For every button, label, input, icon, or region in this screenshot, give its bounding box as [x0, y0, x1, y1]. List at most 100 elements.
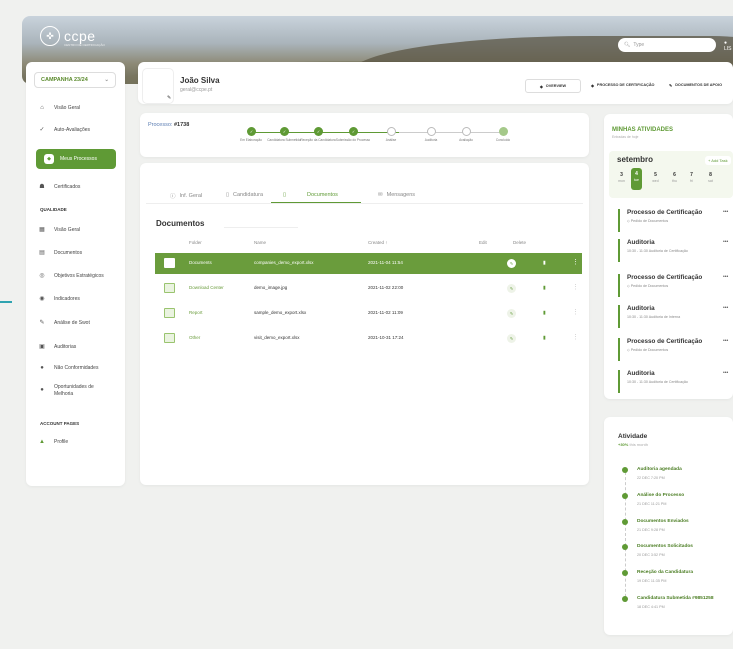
timeline-event-title: Auditoria agendada: [637, 467, 682, 472]
day-number: 4: [635, 171, 638, 177]
activity-item[interactable]: Processo de Certificação ◇ Pedido de Docu…: [618, 338, 733, 361]
sidebar-item-auto-avaliacoes[interactable]: ✓ Auto-Avaliações: [38, 126, 90, 134]
file-name: demo_image.jpg: [254, 285, 288, 290]
search-input[interactable]: 🔍︎ Type: [618, 38, 716, 52]
delete-button[interactable]: ▮: [543, 335, 546, 341]
folder-name: Other: [189, 335, 201, 340]
calendar-day[interactable]: 6 thu: [669, 172, 680, 183]
edit-icon[interactable]: ✎: [167, 95, 171, 101]
calendar-day[interactable]: 5 wed: [650, 172, 661, 183]
edit-button[interactable]: ✎: [507, 259, 516, 268]
day-number: 5: [654, 172, 657, 178]
user-menu[interactable]: ● LIS: [724, 40, 733, 52]
table-row[interactable]: Other visit_demo_export.xlsx 2021-10-31 17…: [155, 328, 582, 349]
table-row[interactable]: Download Center demo_image.jpg 2021-11-02 …: [155, 278, 582, 299]
table-row[interactable]: Report sample_demo_export.xlsx 2021-11-02 …: [155, 303, 582, 324]
column-created-label: Created: [368, 240, 385, 245]
tab-mensagens[interactable]: ✉ Mensagens: [378, 192, 415, 198]
more-options-icon[interactable]: •••: [723, 209, 728, 215]
more-options-icon[interactable]: •••: [723, 239, 728, 245]
sidebar-item-visao-geral-qualidade[interactable]: ▦ Visão Geral: [38, 226, 80, 234]
avatar[interactable]: ✎: [142, 68, 174, 104]
more-options-icon[interactable]: •••: [723, 338, 728, 344]
overview-icon: ◆: [539, 84, 543, 89]
sidebar-item-swot[interactable]: ✎ Análise de Swot: [38, 319, 89, 327]
more-options-icon[interactable]: •••: [723, 370, 728, 376]
sidebar-item-visao-geral[interactable]: ⌂ Visão Geral: [38, 105, 80, 111]
calendar-day[interactable]: 7 fri: [686, 172, 697, 183]
sidebar-item-objetivos[interactable]: ◎ Objetivos Estratégicos: [38, 272, 104, 280]
more-options-icon[interactable]: •••: [723, 305, 728, 311]
folder-icon: [164, 258, 175, 268]
logo[interactable]: ✜ ccpe CENTRO DE CERTIFICAÇÃO: [40, 26, 105, 47]
sidebar-item-certificados[interactable]: ☗ Certificados: [38, 183, 80, 191]
edit-button[interactable]: ✎: [507, 334, 516, 343]
sidebar-item-nao-conformidades[interactable]: ● Não Conformidades: [38, 365, 98, 371]
documents-tabs: ⓘ Inf. Geral ▯ Candidatura ▯ Documentos …: [140, 188, 589, 204]
campaign-select[interactable]: CAMPANHA 23/24 ⌄: [34, 72, 116, 88]
calendar-day[interactable]: 8 sat: [705, 172, 716, 183]
left-accent-bar: [0, 301, 12, 303]
tab-candidatura[interactable]: ▯ Candidatura: [226, 192, 263, 198]
edit-button[interactable]: ✎: [507, 284, 516, 293]
tab-documentos-apoio[interactable]: ✎ DOCUMENTOS DE APOIO: [669, 79, 722, 91]
created-date: 2021-10-31 17:24: [368, 335, 404, 340]
tab-inf-geral[interactable]: ⓘ Inf. Geral: [170, 192, 202, 200]
calendar-day[interactable]: 4 tue: [631, 168, 642, 190]
activity-item[interactable]: Auditoria 10:30 - 11:30 Auditoria de Cert…: [618, 239, 733, 262]
column-created[interactable]: Created ↑: [368, 240, 388, 245]
more-options-icon[interactable]: •••: [723, 274, 728, 280]
table-row[interactable]: Documents companies_demo_export.xlsx 2021-…: [155, 253, 582, 274]
timeline-dot-icon: [622, 493, 628, 499]
timeline-event-title: Análise do Processo: [637, 493, 685, 498]
delete-button[interactable]: ▮: [543, 285, 546, 291]
document-icon: ▤: [39, 250, 45, 256]
activity-subtitle-text: Pedido de Documentos: [630, 219, 669, 223]
edit-button[interactable]: ✎: [507, 309, 516, 318]
indicator-icon: ◉: [39, 296, 45, 302]
tab-file[interactable]: ▯: [283, 192, 286, 198]
activity-item[interactable]: Auditoria 10:30 - 11:30 Auditoria de Cert…: [618, 370, 733, 393]
sidebar-item-meus-processos[interactable]: ◆ Meus Processos: [36, 149, 116, 169]
sidebar-item-profile[interactable]: ▲ Profile: [38, 439, 68, 445]
sidebar-item-oportunidades[interactable]: ● Oportunidades de Melhoria: [38, 384, 102, 398]
more-options-icon[interactable]: ⋮: [572, 333, 579, 341]
more-options-icon[interactable]: ⋮: [572, 283, 579, 291]
documents-search-input[interactable]: [224, 215, 298, 228]
timeline-line: [625, 472, 627, 602]
activity-item[interactable]: Auditoria 10:30 - 11:30 Auditoria de Inte…: [618, 305, 733, 328]
delete-button[interactable]: ▮: [543, 310, 546, 316]
tab-overview[interactable]: ◆ OVERVIEW: [525, 79, 581, 93]
more-options-icon[interactable]: ⋮: [572, 258, 579, 266]
sidebar-item-label: Documentos: [54, 249, 83, 256]
timeline-event-date: 22 DEC 7:20 PM: [637, 476, 665, 480]
process-label-text: Processo:: [148, 122, 173, 128]
folder-name: Report: [189, 310, 203, 315]
logo-icon: ✜: [40, 26, 60, 46]
active-tab-indicator: [271, 202, 361, 203]
more-options-icon[interactable]: ⋮: [572, 308, 579, 316]
day-number: 7: [690, 172, 693, 178]
sidebar-item-documentos[interactable]: ▤ Documentos: [38, 249, 83, 257]
day-number: 3: [620, 172, 623, 178]
sidebar-item-indicadores[interactable]: ◉ Indicadores: [38, 295, 79, 303]
file-icon: ▯: [283, 192, 287, 198]
calendar-day[interactable]: 3 mon: [616, 172, 627, 183]
warning-icon: ●: [40, 365, 44, 371]
tab-documentos[interactable]: Documentos: [307, 192, 338, 198]
delete-button[interactable]: ▮: [543, 260, 546, 266]
column-name[interactable]: Name: [254, 240, 266, 245]
folder-name: Download Center: [189, 285, 224, 290]
column-edit: Edit: [479, 240, 487, 245]
day-number: 6: [673, 172, 676, 178]
activity-title: Processo de Certificação: [627, 209, 703, 216]
activity-item[interactable]: Processo de Certificação ◇ Pedido de Docu…: [618, 209, 733, 232]
search-icon: 🔍︎: [624, 42, 631, 48]
sort-arrow-icon: ↑: [385, 240, 388, 245]
add-task-button[interactable]: + Add Task: [705, 156, 731, 165]
sidebar-item-label: Objetivos Estratégicos: [54, 272, 104, 279]
activity-item[interactable]: Processo de Certificação ◇ Pedido de Docu…: [618, 274, 733, 297]
tab-processo-certificacao[interactable]: ◆ PROCESSO DE CERTIFICAÇÃO: [591, 79, 655, 91]
column-folder[interactable]: Folder: [189, 240, 202, 245]
sidebar-item-auditorias[interactable]: ▣ Auditorias: [38, 343, 76, 351]
